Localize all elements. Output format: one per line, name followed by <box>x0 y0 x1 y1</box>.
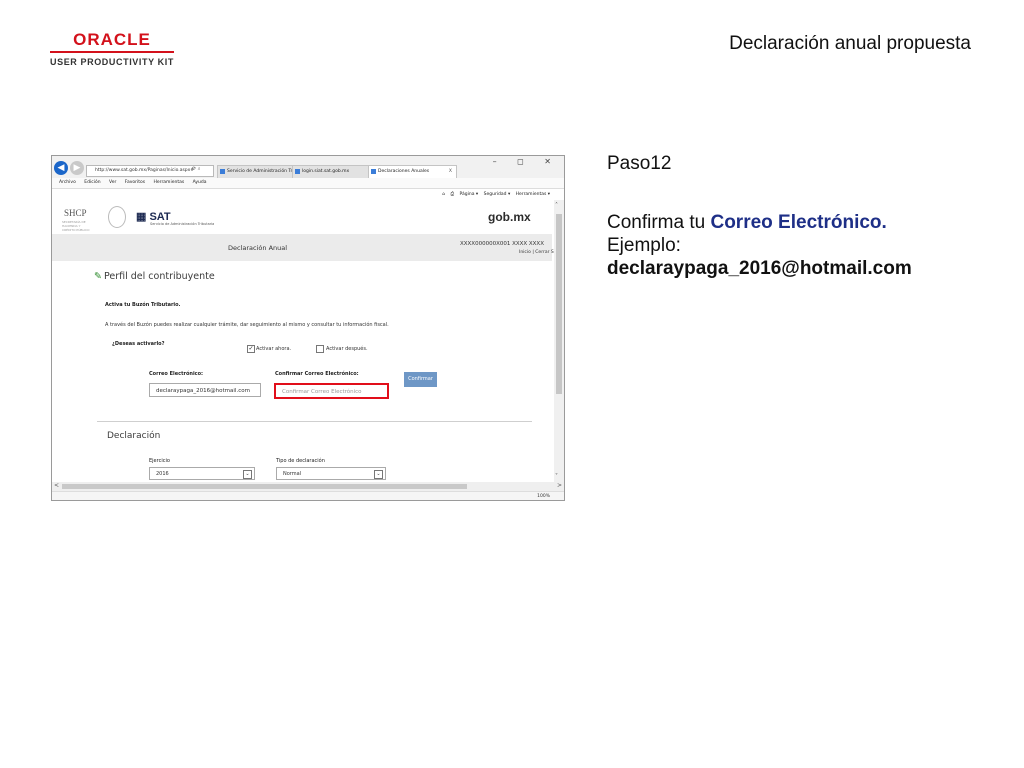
shcp-logo: SHCP <box>64 208 87 218</box>
tab-favicon-icon <box>295 169 300 174</box>
tab-close-icon[interactable]: X <box>449 166 452 178</box>
tipo-label: Tipo de declaración <box>276 458 325 464</box>
declaracion-heading: Declaración <box>107 431 161 441</box>
window-controls[interactable]: – ◻ ✕ <box>493 157 560 166</box>
status-bar: 100% <box>52 491 564 500</box>
buzon-description: A través del Buzón puedes realizar cualq… <box>105 322 389 328</box>
menu-ayuda[interactable]: Ayuda <box>193 180 207 185</box>
home-icon[interactable]: ⌂ <box>442 192 445 197</box>
tab-favicon-icon <box>220 169 225 174</box>
tipo-value: Normal <box>283 471 302 477</box>
instruction-field-name: Correo Electrónico. <box>710 212 887 233</box>
page-content: ✎ Perfil del contribuyente Activa tu Buzó… <box>52 261 552 483</box>
scroll-left-icon[interactable]: < <box>54 482 59 489</box>
tab-declaraciones[interactable]: Declaraciones Anuales X <box>368 165 457 178</box>
browser-tabbar: ◀ ▶ http://www.sat.gob.mx/Paginas/Inicio… <box>52 156 564 179</box>
activate-question: ¿Deseas activarlo? <box>112 341 165 347</box>
instruction-prefix: Confirma tu <box>607 212 711 233</box>
slide-title: Declaración anual propuesta <box>729 33 971 54</box>
menu-archivo[interactable]: Archivo <box>59 180 76 185</box>
activa-buzon-label: Activa tu Buzón Tributario. <box>105 302 181 308</box>
ejercicio-select[interactable]: 2016 ⌄ <box>149 467 255 480</box>
tab-favicon-icon <box>371 169 376 174</box>
browser-menubar: Archivo Edición Ver Favoritos Herramient… <box>52 178 564 189</box>
cmd-herramientas[interactable]: Herramientas ▾ <box>516 192 550 197</box>
tipo-select[interactable]: Normal ⌄ <box>276 467 386 480</box>
shcp-subtitle: SECRETARÍA DE HACIENDA Y CRÉDITO PÚBLICO <box>62 220 90 232</box>
browser-screenshot: ◀ ▶ http://www.sat.gob.mx/Paginas/Inicio… <box>51 155 565 501</box>
edit-icon: ✎ <box>94 271 102 282</box>
ejercicio-label: Ejercicio <box>149 458 170 464</box>
site-header: SHCP SECRETARÍA DE HACIENDA Y CRÉDITO PÚ… <box>52 200 552 234</box>
perfil-heading: ✎ Perfil del contribuyente <box>94 271 215 282</box>
logo-rule <box>50 51 174 53</box>
confirm-button[interactable]: Confirmar <box>404 372 437 387</box>
user-rfc: XXXX000000X001 XXXX XXXX <box>460 241 544 247</box>
activate-now-label: Activar ahora. <box>256 346 292 352</box>
national-seal-icon <box>108 206 126 228</box>
email-field[interactable]: declaraypaga_2016@hotmail.com <box>149 383 261 397</box>
vertical-scrollbar[interactable]: ˄ ˅ <box>554 200 564 482</box>
tab-sat[interactable]: Servicio de Administración Tri... <box>217 165 300 179</box>
menu-edicion[interactable]: Edición <box>84 180 100 185</box>
command-bar: ⌂ ⎙ Página ▾ Seguridad ▾ Herramientas ▾ <box>438 191 550 197</box>
confirm-email-field[interactable]: Confirmar Correo Electrónico <box>274 383 389 399</box>
scroll-up-icon[interactable]: ˄ <box>555 202 558 209</box>
example-value: declaraypaga_2016@hotmail.com <box>607 258 912 279</box>
section-divider <box>97 421 532 422</box>
confirm-email-label: Confirmar Correo Electrónico: <box>275 371 359 377</box>
tab-label: Declaraciones Anuales <box>378 169 430 174</box>
sat-subtitle: Servicio de Administración Tributaria <box>150 222 215 226</box>
email-label: Correo Electrónico: <box>149 371 204 377</box>
instruction-line: Confirma tu Correo Electrónico. <box>607 211 912 234</box>
instruction-text: Confirma tu Correo Electrónico. Ejemplo:… <box>607 211 912 280</box>
cmd-seguridad[interactable]: Seguridad ▾ <box>484 192 511 197</box>
horizontal-scrollbar[interactable]: < > <box>52 482 564 491</box>
activate-later-label: Activar después. <box>326 346 368 352</box>
scroll-right-icon[interactable]: > <box>557 482 562 489</box>
perfil-heading-text: Perfil del contribuyente <box>103 271 215 282</box>
back-icon[interactable]: ◀ <box>54 161 68 175</box>
scroll-down-icon[interactable]: ˅ <box>555 473 558 480</box>
activate-later-checkbox[interactable] <box>316 345 324 353</box>
refresh-icon[interactable]: ⟳ ⌕ <box>192 166 201 172</box>
tab-label: Servicio de Administración Tri... <box>227 169 298 174</box>
upk-wordmark: USER PRODUCTIVITY KIT <box>50 57 174 67</box>
gobmx-logo: gob.mx <box>488 210 531 224</box>
menu-ver[interactable]: Ver <box>109 180 116 185</box>
zoom-level[interactable]: 100% <box>537 494 550 499</box>
forward-icon[interactable]: ▶ <box>70 161 84 175</box>
menu-favoritos[interactable]: Favoritos <box>125 180 145 185</box>
horizontal-scroll-thumb[interactable] <box>62 484 467 489</box>
oracle-upk-logo: ORACLE USER PRODUCTIVITY KIT <box>50 30 174 67</box>
oracle-wordmark: ORACLE <box>73 30 151 49</box>
ejercicio-value: 2016 <box>156 471 169 477</box>
step-label: Paso12 <box>607 153 672 174</box>
chevron-down-icon: ⌄ <box>374 470 383 479</box>
chevron-down-icon: ⌄ <box>243 470 252 479</box>
tab-label: login.siat.sat.gob.mx <box>302 169 350 174</box>
tab-login[interactable]: login.siat.sat.gob.mx <box>292 165 375 179</box>
section-bar: Declaración Anual XXXX000000X001 XXXX XX… <box>52 234 563 261</box>
section-title: Declaración Anual <box>228 244 288 252</box>
activate-now-checkbox[interactable]: ✓ <box>247 345 255 353</box>
cmd-pagina[interactable]: Página ▾ <box>460 192 479 197</box>
print-icon[interactable]: ⎙ <box>450 192 454 197</box>
menu-herramientas[interactable]: Herramientas <box>154 180 185 185</box>
example-label: Ejemplo: <box>607 235 681 256</box>
vertical-scroll-thumb[interactable] <box>556 214 562 394</box>
